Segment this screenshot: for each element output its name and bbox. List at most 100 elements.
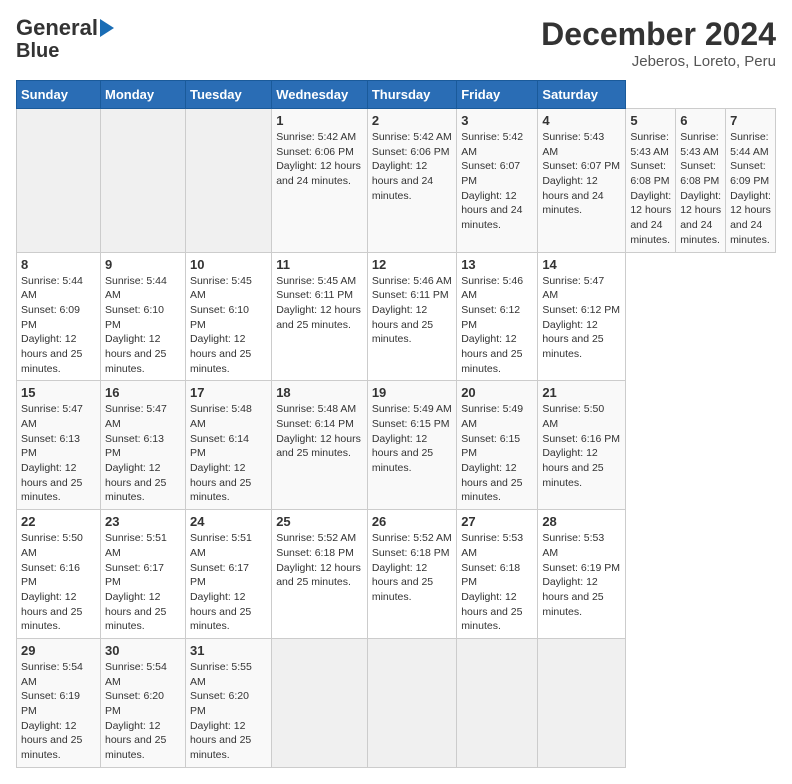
calendar-week-row: 15 Sunrise: 5:47 AMSunset: 6:13 PMDaylig… [17, 381, 776, 510]
day-info: Sunrise: 5:43 AMSunset: 6:07 PMDaylight:… [542, 131, 620, 216]
calendar-cell: 18 Sunrise: 5:48 AMSunset: 6:14 PMDaylig… [272, 381, 368, 510]
day-header-sunday: Sunday [17, 81, 101, 109]
calendar-cell [538, 638, 626, 767]
day-info: Sunrise: 5:45 AMSunset: 6:11 PMDaylight:… [276, 275, 361, 331]
location-subtitle: Jeberos, Loreto, Peru [541, 53, 776, 70]
day-info: Sunrise: 5:51 AMSunset: 6:17 PMDaylight:… [105, 532, 167, 632]
day-number: 30 [105, 643, 181, 658]
day-info: Sunrise: 5:50 AMSunset: 6:16 PMDaylight:… [542, 403, 620, 488]
day-number: 1 [276, 113, 363, 128]
day-info: Sunrise: 5:54 AMSunset: 6:20 PMDaylight:… [105, 661, 167, 761]
day-number: 4 [542, 113, 621, 128]
day-number: 26 [372, 514, 452, 529]
day-info: Sunrise: 5:50 AMSunset: 6:16 PMDaylight:… [21, 532, 83, 632]
calendar-header-row: SundayMondayTuesdayWednesdayThursdayFrid… [17, 81, 776, 109]
calendar-cell: 1 Sunrise: 5:42 AMSunset: 6:06 PMDayligh… [272, 109, 368, 253]
day-header-friday: Friday [457, 81, 538, 109]
day-number: 19 [372, 385, 452, 400]
calendar-cell: 2 Sunrise: 5:42 AMSunset: 6:06 PMDayligh… [367, 109, 456, 253]
calendar-table: SundayMondayTuesdayWednesdayThursdayFrid… [16, 80, 776, 768]
day-number: 15 [21, 385, 96, 400]
calendar-cell: 20 Sunrise: 5:49 AMSunset: 6:15 PMDaylig… [457, 381, 538, 510]
day-header-saturday: Saturday [538, 81, 626, 109]
day-number: 20 [461, 385, 533, 400]
calendar-cell: 28 Sunrise: 5:53 AMSunset: 6:19 PMDaylig… [538, 510, 626, 639]
day-number: 22 [21, 514, 96, 529]
header: General Blue December 2024 Jeberos, Lore… [16, 16, 776, 70]
calendar-cell [457, 638, 538, 767]
calendar-cell: 6 Sunrise: 5:43 AMSunset: 6:08 PMDayligh… [676, 109, 726, 253]
calendar-cell: 21 Sunrise: 5:50 AMSunset: 6:16 PMDaylig… [538, 381, 626, 510]
day-number: 11 [276, 257, 363, 272]
calendar-cell: 26 Sunrise: 5:52 AMSunset: 6:18 PMDaylig… [367, 510, 456, 639]
day-info: Sunrise: 5:48 AMSunset: 6:14 PMDaylight:… [276, 403, 361, 459]
day-info: Sunrise: 5:45 AMSunset: 6:10 PMDaylight:… [190, 275, 252, 375]
day-number: 18 [276, 385, 363, 400]
calendar-cell: 9 Sunrise: 5:44 AMSunset: 6:10 PMDayligh… [100, 252, 185, 381]
day-number: 12 [372, 257, 452, 272]
calendar-cell [367, 638, 456, 767]
day-number: 24 [190, 514, 267, 529]
day-info: Sunrise: 5:47 AMSunset: 6:13 PMDaylight:… [105, 403, 167, 503]
day-info: Sunrise: 5:48 AMSunset: 6:14 PMDaylight:… [190, 403, 252, 503]
day-info: Sunrise: 5:52 AMSunset: 6:18 PMDaylight:… [276, 532, 361, 588]
logo-text-general: General [16, 16, 98, 40]
day-info: Sunrise: 5:46 AMSunset: 6:11 PMDaylight:… [372, 275, 452, 346]
day-number: 6 [680, 113, 721, 128]
day-info: Sunrise: 5:52 AMSunset: 6:18 PMDaylight:… [372, 532, 452, 603]
calendar-cell: 30 Sunrise: 5:54 AMSunset: 6:20 PMDaylig… [100, 638, 185, 767]
day-info: Sunrise: 5:51 AMSunset: 6:17 PMDaylight:… [190, 532, 252, 632]
calendar-cell: 5 Sunrise: 5:43 AMSunset: 6:08 PMDayligh… [626, 109, 676, 253]
day-info: Sunrise: 5:55 AMSunset: 6:20 PMDaylight:… [190, 661, 252, 761]
title-area: December 2024 Jeberos, Loreto, Peru [541, 16, 776, 70]
day-info: Sunrise: 5:44 AMSunset: 6:09 PMDaylight:… [730, 131, 771, 246]
calendar-cell: 31 Sunrise: 5:55 AMSunset: 6:20 PMDaylig… [185, 638, 271, 767]
day-header-wednesday: Wednesday [272, 81, 368, 109]
calendar-cell: 13 Sunrise: 5:46 AMSunset: 6:12 PMDaylig… [457, 252, 538, 381]
day-info: Sunrise: 5:53 AMSunset: 6:18 PMDaylight:… [461, 532, 523, 632]
day-header-monday: Monday [100, 81, 185, 109]
calendar-cell [100, 109, 185, 253]
day-info: Sunrise: 5:42 AMSunset: 6:07 PMDaylight:… [461, 131, 523, 231]
day-number: 27 [461, 514, 533, 529]
day-number: 7 [730, 113, 771, 128]
logo-text-blue: Blue [16, 40, 59, 62]
day-number: 8 [21, 257, 96, 272]
calendar-cell: 15 Sunrise: 5:47 AMSunset: 6:13 PMDaylig… [17, 381, 101, 510]
day-info: Sunrise: 5:42 AMSunset: 6:06 PMDaylight:… [276, 131, 361, 187]
calendar-cell: 8 Sunrise: 5:44 AMSunset: 6:09 PMDayligh… [17, 252, 101, 381]
calendar-week-row: 29 Sunrise: 5:54 AMSunset: 6:19 PMDaylig… [17, 638, 776, 767]
day-number: 21 [542, 385, 621, 400]
day-info: Sunrise: 5:42 AMSunset: 6:06 PMDaylight:… [372, 131, 452, 202]
day-number: 10 [190, 257, 267, 272]
day-info: Sunrise: 5:49 AMSunset: 6:15 PMDaylight:… [372, 403, 452, 474]
day-number: 14 [542, 257, 621, 272]
day-number: 31 [190, 643, 267, 658]
logo-arrow-icon [100, 19, 114, 37]
calendar-cell: 25 Sunrise: 5:52 AMSunset: 6:18 PMDaylig… [272, 510, 368, 639]
calendar-cell: 24 Sunrise: 5:51 AMSunset: 6:17 PMDaylig… [185, 510, 271, 639]
calendar-week-row: 22 Sunrise: 5:50 AMSunset: 6:16 PMDaylig… [17, 510, 776, 639]
day-info: Sunrise: 5:47 AMSunset: 6:13 PMDaylight:… [21, 403, 83, 503]
calendar-cell: 10 Sunrise: 5:45 AMSunset: 6:10 PMDaylig… [185, 252, 271, 381]
day-info: Sunrise: 5:43 AMSunset: 6:08 PMDaylight:… [630, 131, 671, 246]
calendar-cell: 23 Sunrise: 5:51 AMSunset: 6:17 PMDaylig… [100, 510, 185, 639]
day-number: 9 [105, 257, 181, 272]
calendar-cell: 12 Sunrise: 5:46 AMSunset: 6:11 PMDaylig… [367, 252, 456, 381]
day-info: Sunrise: 5:53 AMSunset: 6:19 PMDaylight:… [542, 532, 620, 617]
day-number: 23 [105, 514, 181, 529]
day-info: Sunrise: 5:44 AMSunset: 6:09 PMDaylight:… [21, 275, 83, 375]
day-number: 28 [542, 514, 621, 529]
logo: General Blue [16, 16, 114, 62]
calendar-cell: 11 Sunrise: 5:45 AMSunset: 6:11 PMDaylig… [272, 252, 368, 381]
day-number: 16 [105, 385, 181, 400]
calendar-cell: 17 Sunrise: 5:48 AMSunset: 6:14 PMDaylig… [185, 381, 271, 510]
calendar-cell: 27 Sunrise: 5:53 AMSunset: 6:18 PMDaylig… [457, 510, 538, 639]
day-number: 13 [461, 257, 533, 272]
calendar-cell: 22 Sunrise: 5:50 AMSunset: 6:16 PMDaylig… [17, 510, 101, 639]
day-header-thursday: Thursday [367, 81, 456, 109]
calendar-week-row: 8 Sunrise: 5:44 AMSunset: 6:09 PMDayligh… [17, 252, 776, 381]
day-info: Sunrise: 5:44 AMSunset: 6:10 PMDaylight:… [105, 275, 167, 375]
calendar-cell: 7 Sunrise: 5:44 AMSunset: 6:09 PMDayligh… [726, 109, 776, 253]
day-info: Sunrise: 5:54 AMSunset: 6:19 PMDaylight:… [21, 661, 83, 761]
